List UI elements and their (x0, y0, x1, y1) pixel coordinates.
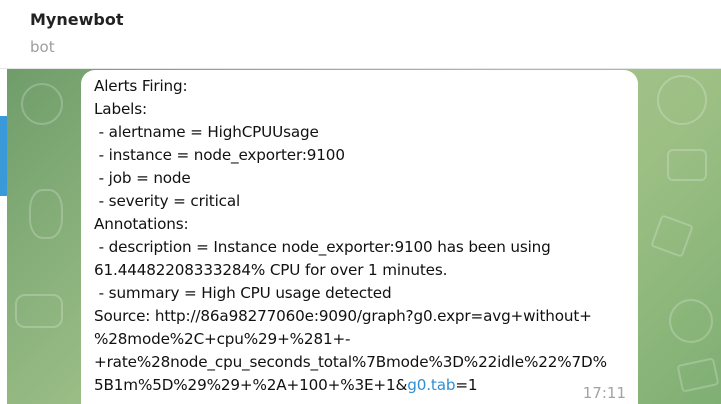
background-doodle (667, 149, 707, 181)
chat-title[interactable]: Mynewbot (30, 10, 123, 29)
message-line: 61.44482208333284% CPU for over 1 minute… (94, 261, 448, 279)
chat-header[interactable]: Mynewbot bot (0, 0, 721, 69)
background-doodle (676, 357, 720, 393)
message-line: - severity = critical (94, 192, 241, 210)
message-line: - summary = High CPU usage detected (94, 284, 392, 302)
message-line: %28mode%2C+cpu%29+%281+- (94, 330, 351, 348)
selected-chat-indicator (0, 116, 7, 196)
message-line: Annotations: (94, 215, 189, 233)
message-bubble[interactable]: Alerts Firing: Labels: - alertname = Hig… (81, 70, 638, 404)
background-doodle (650, 214, 694, 258)
background-doodle (29, 189, 63, 239)
message-timestamp: 17:11 (582, 384, 626, 402)
chat-subtitle: bot (30, 38, 55, 56)
message-link[interactable]: g0.tab (407, 376, 455, 394)
message-line: +rate%28node_cpu_seconds_total%7Bmode%3D… (94, 353, 607, 371)
background-doodle (669, 299, 713, 343)
background-doodle (657, 75, 707, 125)
message-line: Labels: (94, 100, 147, 118)
message-line: - description = Instance node_exporter:9… (94, 238, 551, 256)
background-doodle (21, 83, 63, 125)
message-link-suffix: =1 (455, 376, 478, 394)
message-line: - alertname = HighCPUUsage (94, 123, 319, 141)
message-line: 5B1m%5D%29%29+%2A+100+%3E+1& (94, 376, 408, 394)
message-line: - instance = node_exporter:9100 (94, 146, 345, 164)
message-text[interactable]: Alerts Firing: Labels: - alertname = Hig… (94, 75, 634, 397)
message-line: Alerts Firing: (94, 77, 188, 95)
background-doodle (15, 294, 63, 328)
message-line: - job = node (94, 169, 191, 187)
message-line: Source: http://86a98277060e:9090/graph?g… (94, 307, 592, 325)
